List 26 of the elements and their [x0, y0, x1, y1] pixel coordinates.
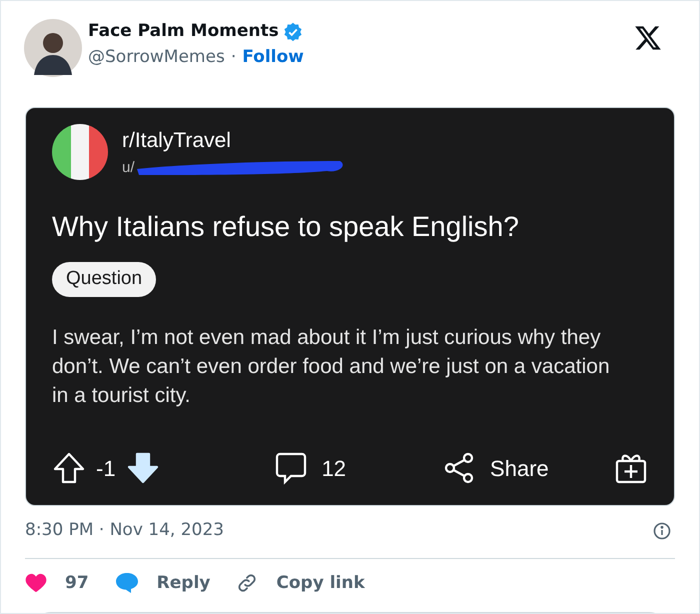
- community-name: r/ItalyTravel: [122, 128, 232, 154]
- italian-flag-icon: [52, 124, 108, 180]
- vote-score: -1: [96, 454, 116, 482]
- avatar: [24, 19, 82, 77]
- share-button[interactable]: Share: [490, 452, 549, 484]
- reply-button[interactable]: Reply: [114, 570, 210, 596]
- info-icon[interactable]: [653, 522, 671, 540]
- speech-bubble-icon: [114, 572, 139, 594]
- downvote-arrow-icon[interactable]: [126, 451, 160, 485]
- post-title: Why Italians refuse to speak English?: [52, 210, 520, 244]
- username: u/: [122, 158, 135, 178]
- heart-icon: [25, 573, 47, 594]
- copy-link-button[interactable]: Copy link: [236, 570, 365, 596]
- post-body: I swear, I’m not even mad about it I’m just curious why they don’t. We can’t even order food and we’re just on a vacation in a tourist city.: [52, 324, 611, 408]
- upvote-arrow-icon[interactable]: [52, 451, 86, 485]
- comment-count: 12: [322, 454, 346, 482]
- follow-link[interactable]: Follow: [242, 44, 304, 70]
- timestamp: 8:30 PM · Nov 14, 2023: [25, 519, 224, 542]
- author-name: Face Palm Moments: [88, 20, 279, 43]
- author-handle: @SorrowMemes: [88, 46, 225, 68]
- comment-icon[interactable]: [274, 451, 308, 485]
- link-icon: [236, 572, 258, 594]
- flair-tag: Question: [52, 262, 156, 296]
- separator-dot: ·: [230, 46, 236, 68]
- x-logo-icon: [634, 25, 662, 51]
- like-button[interactable]: 97: [25, 570, 89, 596]
